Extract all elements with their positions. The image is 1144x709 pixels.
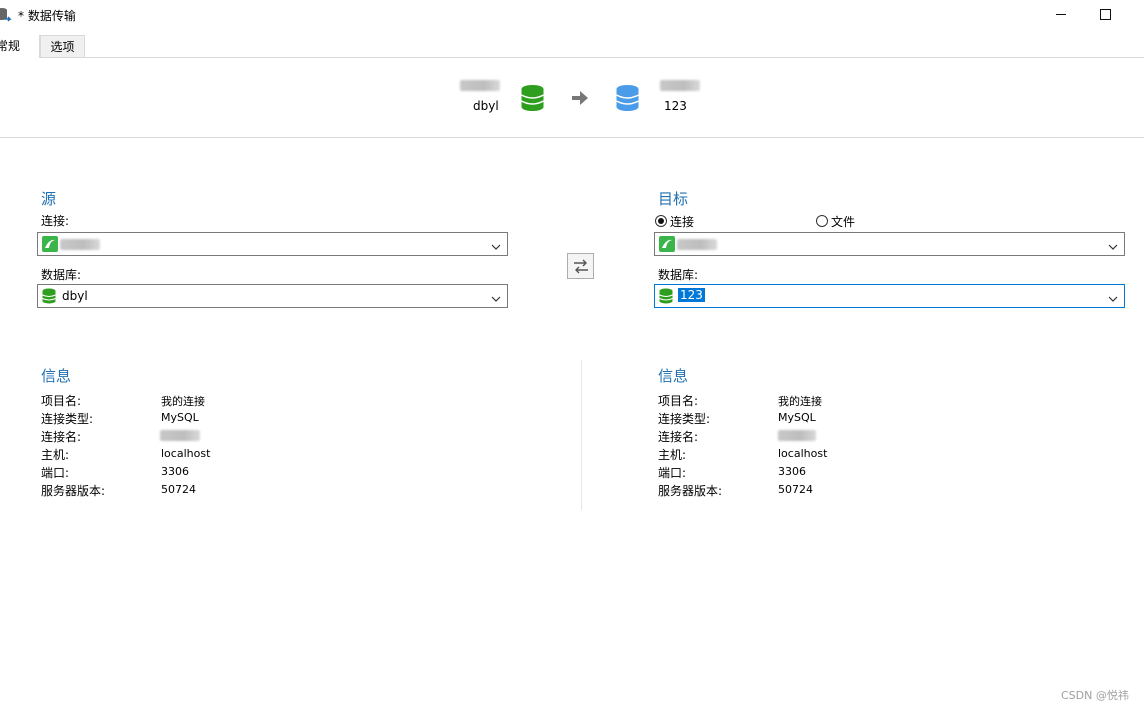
source-info-key: 服务器版本: xyxy=(41,484,106,498)
summary-target-db: 123 xyxy=(664,99,687,113)
target-info-key: 端口: xyxy=(658,466,687,480)
maximize-icon xyxy=(1100,9,1111,20)
minimize-button[interactable] xyxy=(1038,0,1084,30)
swap-icon xyxy=(574,259,588,274)
database-icon xyxy=(42,288,56,307)
source-database-label: 数据库: xyxy=(41,268,82,282)
target-heading: 目标 xyxy=(658,190,689,208)
title-bar: * 数据传输 xyxy=(0,0,1144,32)
target-info-key: 服务器版本: xyxy=(658,484,723,498)
source-connection-select[interactable] xyxy=(37,232,508,256)
source-connection-name-redacted xyxy=(60,239,100,250)
target-info-key: 连接类型: xyxy=(658,412,711,426)
target-connection-name-redacted xyxy=(677,239,717,250)
target-info-value: 我的连接 xyxy=(778,395,822,408)
source-heading: 源 xyxy=(41,190,57,208)
mysql-connection-icon xyxy=(42,236,58,255)
source-info-value: 50724 xyxy=(161,483,196,496)
tab-general[interactable]: 常规 xyxy=(0,35,40,58)
target-info-key: 主机: xyxy=(658,448,687,462)
target-connection-name-redacted xyxy=(778,430,816,441)
source-database-select[interactable]: dbyl xyxy=(37,284,508,308)
target-info-heading: 信息 xyxy=(658,367,689,385)
tab-divider xyxy=(0,57,1144,58)
source-info-key: 端口: xyxy=(41,466,70,480)
source-info-value: 3306 xyxy=(161,465,189,478)
target-database-value: 123 xyxy=(678,288,705,302)
radio-file-label[interactable]: 文件 xyxy=(831,213,855,230)
target-info-key: 连接名: xyxy=(658,430,699,444)
source-connection-name-redacted xyxy=(160,430,200,441)
summary-source-db: dbyl xyxy=(473,99,499,113)
window-title: * 数据传输 xyxy=(18,9,76,23)
source-info-heading: 信息 xyxy=(41,367,72,385)
arrow-right-icon xyxy=(572,91,588,108)
source-info-key: 项目名: xyxy=(41,394,82,408)
swap-button[interactable] xyxy=(567,253,594,279)
radio-file[interactable] xyxy=(816,215,828,227)
target-database-label: 数据库: xyxy=(658,268,699,282)
maximize-button[interactable] xyxy=(1082,0,1128,30)
chevron-down-icon xyxy=(491,292,501,306)
source-info-key: 连接名: xyxy=(41,430,82,444)
mysql-connection-icon xyxy=(659,236,675,255)
source-info-value: localhost xyxy=(161,447,211,460)
source-database-icon xyxy=(521,85,544,114)
source-info-value: MySQL xyxy=(161,411,199,424)
target-database-select[interactable]: 123 xyxy=(654,284,1125,308)
database-icon xyxy=(659,288,673,307)
target-info-value: localhost xyxy=(778,447,828,460)
watermark: CSDN @悦祎 xyxy=(1061,689,1129,702)
radio-connection[interactable] xyxy=(655,215,667,227)
chevron-down-icon xyxy=(1108,292,1118,306)
target-database-icon xyxy=(616,85,639,114)
info-divider xyxy=(581,360,582,510)
source-connection-redacted xyxy=(460,80,500,91)
target-connection-redacted xyxy=(660,80,700,91)
source-connection-label: 连接: xyxy=(41,214,70,228)
target-info-value: MySQL xyxy=(778,411,816,424)
source-info-key: 连接类型: xyxy=(41,412,94,426)
source-info-value: 我的连接 xyxy=(161,395,205,408)
chevron-down-icon xyxy=(491,240,501,254)
target-info-key: 项目名: xyxy=(658,394,699,408)
tab-options[interactable]: 选项 xyxy=(40,35,85,57)
radio-connection-label[interactable]: 连接 xyxy=(670,213,694,230)
summary-divider xyxy=(0,137,1144,138)
source-info-key: 主机: xyxy=(41,448,70,462)
source-database-value: dbyl xyxy=(62,289,88,303)
target-info-value: 3306 xyxy=(778,465,806,478)
chevron-down-icon xyxy=(1108,240,1118,254)
target-info-value: 50724 xyxy=(778,483,813,496)
data-transfer-icon xyxy=(0,6,12,24)
minimize-icon xyxy=(1056,14,1066,15)
target-connection-select[interactable] xyxy=(654,232,1125,256)
